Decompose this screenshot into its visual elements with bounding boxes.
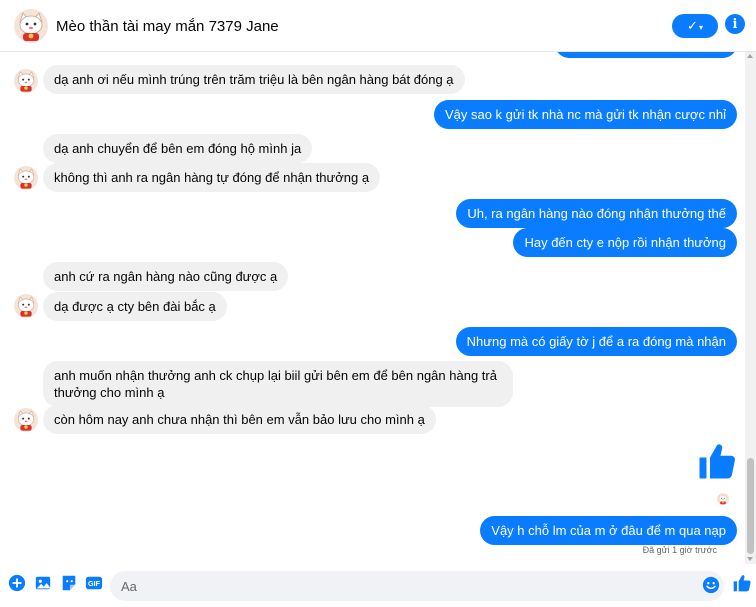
mark-read-button[interactable]: ✓ ▾ bbox=[672, 14, 718, 38]
contact-avatar[interactable] bbox=[14, 9, 48, 43]
contact-name[interactable]: Mèo thần tài may mắn 7379 Jane bbox=[56, 18, 279, 35]
chat-header: Mèo thần tài may mắn 7379 Jane ✓ ▾ i bbox=[0, 0, 756, 52]
message-incoming[interactable]: anh muốn nhận thưởng anh ck chụp lại bii… bbox=[43, 361, 513, 407]
message-input-placeholder: Aa bbox=[121, 579, 137, 594]
image-icon[interactable] bbox=[34, 574, 52, 592]
chat-scrollbar[interactable] bbox=[745, 52, 756, 564]
sticker-icon[interactable] bbox=[60, 574, 78, 592]
message-outgoing[interactable]: Vậy sao k gửi tk nhà nc mà gửi tk nhận c… bbox=[433, 100, 737, 129]
previous-outgoing-bubble bbox=[555, 52, 737, 58]
chevron-down-icon: ▾ bbox=[698, 22, 703, 32]
message-outgoing[interactable]: Nhưng mà có giấy tờ j để a ra đóng mà nh… bbox=[455, 327, 737, 356]
message-incoming[interactable]: còn hôm nay anh chưa nhận thì bên em vẫn… bbox=[43, 405, 436, 434]
thumbs-up-icon[interactable] bbox=[696, 440, 738, 482]
message-incoming[interactable]: dạ anh chuyển để bên em đóng hộ mình ja bbox=[43, 134, 313, 163]
emoji-icon[interactable] bbox=[702, 576, 720, 594]
message-incoming[interactable]: dạ anh ơi nếu mình trúng trên trăm triệu… bbox=[43, 65, 465, 94]
message-incoming[interactable]: anh cứ ra ngân hàng nào cũng được ạ bbox=[43, 262, 289, 291]
check-icon: ✓ bbox=[687, 18, 698, 33]
info-icon[interactable]: i bbox=[725, 14, 745, 34]
composer-bar: GIF Aa bbox=[0, 564, 756, 607]
message-incoming[interactable]: không thì anh ra ngân hàng tự đóng để nh… bbox=[43, 163, 381, 192]
sender-avatar bbox=[14, 166, 38, 190]
sender-avatar bbox=[14, 408, 38, 432]
gif-icon[interactable]: GIF bbox=[85, 574, 103, 592]
seen-avatar bbox=[717, 493, 729, 505]
scroll-thumb[interactable] bbox=[747, 458, 754, 554]
svg-text:GIF: GIF bbox=[88, 579, 101, 588]
message-incoming[interactable]: dạ được ạ cty bên đài bắc ạ bbox=[43, 292, 227, 321]
delivery-status: Đã gửi 1 giờ trước bbox=[642, 545, 717, 555]
scroll-down-icon[interactable] bbox=[747, 557, 753, 561]
sender-avatar bbox=[14, 69, 38, 93]
message-input[interactable]: Aa bbox=[110, 571, 724, 601]
message-outgoing[interactable]: Uh, ra ngân hàng nào đóng nhận thưởng th… bbox=[456, 199, 737, 228]
plus-icon[interactable] bbox=[8, 574, 26, 592]
scroll-up-icon[interactable] bbox=[747, 54, 753, 58]
sender-avatar bbox=[14, 294, 38, 318]
message-outgoing[interactable]: Hay đến cty e nộp rồi nhận thưởng bbox=[513, 228, 737, 257]
message-outgoing[interactable]: Vậy h chỗ lm của m ở đâu để m qua nạp bbox=[480, 516, 737, 545]
message-list: dạ anh ơi nếu mình trúng trên trăm triệu… bbox=[0, 52, 745, 564]
thumbs-up-icon[interactable] bbox=[732, 573, 752, 593]
